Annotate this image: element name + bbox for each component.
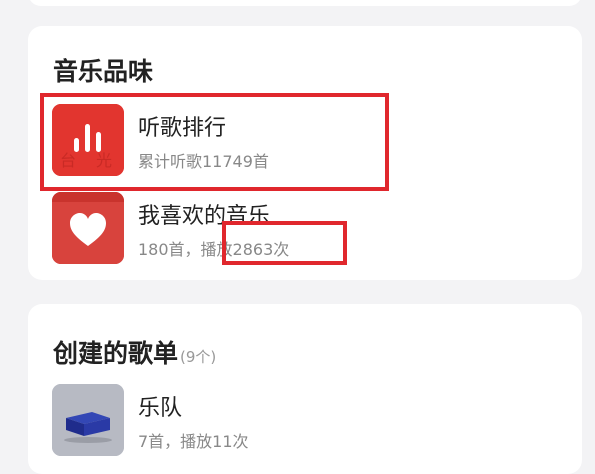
liked-music-item[interactable]: 我喜欢的音乐 180首，播放2863次: [52, 192, 472, 266]
liked-music-subtitle: 180首，播放2863次: [138, 240, 290, 259]
music-taste-title: 音乐品味: [53, 57, 154, 86]
liked-music-title: 我喜欢的音乐: [138, 204, 271, 229]
blue-cube-cover: [52, 384, 124, 456]
playlists-count: (9个): [180, 348, 217, 366]
ranking-subtitle: 累计听歌11749首: [138, 152, 269, 171]
music-taste-card: 音乐品味 台 光 听歌排行 累计听歌11749首 我喜欢的音乐 180首，播放2…: [28, 26, 582, 280]
liked-music-cover: [52, 192, 124, 264]
playlist-cover: [52, 384, 124, 456]
created-playlists-card: 创建的歌单 (9个) 乐队 7首，播放11次: [28, 304, 582, 474]
svg-text:光: 光: [96, 151, 112, 170]
playlist-title: 乐队: [138, 396, 183, 421]
svg-text:台: 台: [60, 151, 76, 170]
bar-chart-icon: 台 光: [52, 104, 124, 176]
playlists-header: 创建的歌单 (9个): [53, 334, 216, 370]
previous-card: [28, 0, 582, 6]
playlists-title: 创建的歌单: [53, 339, 179, 368]
listening-ranking-item[interactable]: 台 光 听歌排行 累计听歌11749首: [52, 104, 472, 178]
heart-icon: [52, 192, 124, 264]
ranking-title: 听歌排行: [138, 116, 227, 141]
playlist-item[interactable]: 乐队 7首，播放11次: [52, 384, 472, 458]
playlist-subtitle: 7首，播放11次: [138, 432, 249, 451]
ranking-cover: 台 光: [52, 104, 124, 176]
